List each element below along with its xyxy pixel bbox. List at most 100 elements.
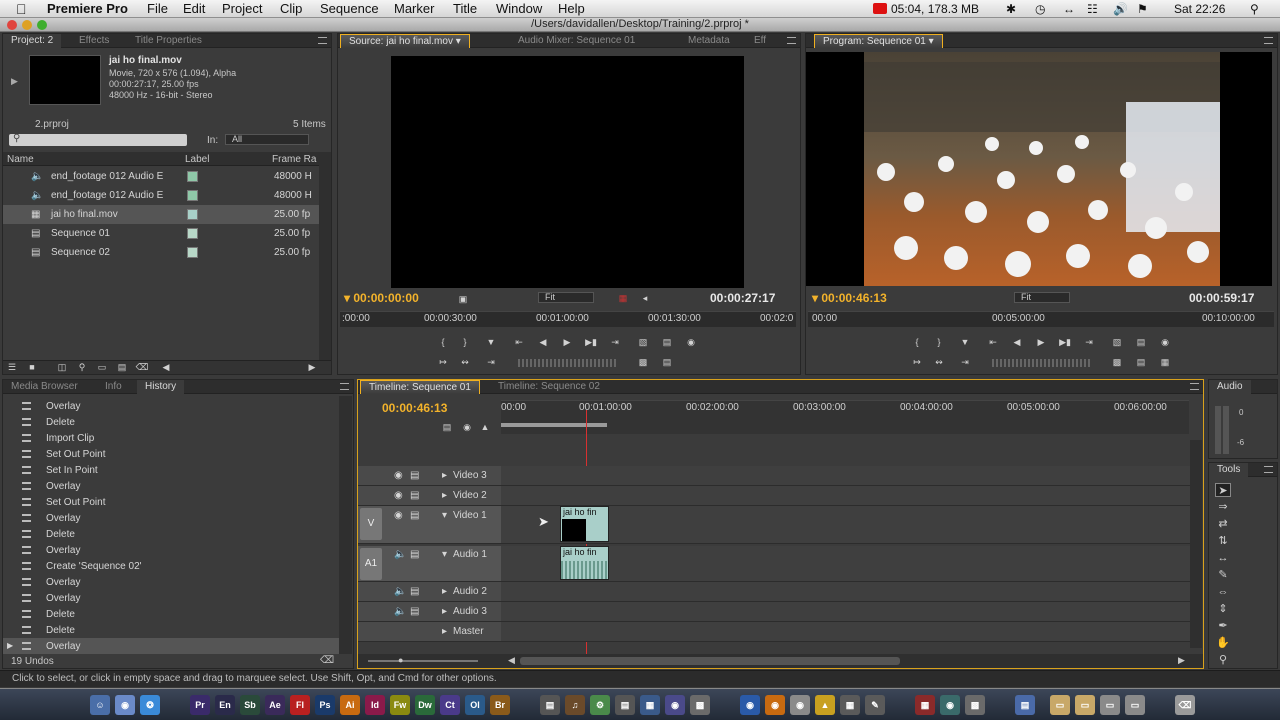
track-select-tool-icon[interactable]: ⇒ [1215, 500, 1231, 514]
column-frame-rate[interactable]: Frame Ra [272, 154, 316, 165]
history-item[interactable]: Set Out Point [3, 446, 339, 462]
program-zoom-dropdown[interactable]: Fit [1014, 292, 1070, 303]
history-scrollbar[interactable] [339, 396, 352, 654]
delete-history-icon[interactable]: ⌫ [320, 655, 334, 666]
go-to-in-icon[interactable]: ⇤ [986, 336, 1000, 348]
in-filter-dropdown[interactable]: All [225, 134, 309, 145]
zoom-tool-icon[interactable]: ⚲ [1215, 653, 1231, 667]
history-item[interactable]: Set In Point [3, 462, 339, 478]
automate-icon[interactable]: ◫ [55, 361, 69, 373]
source-timecode[interactable]: ▾ 00:00:00:00 [344, 291, 419, 305]
app-icon[interactable]: ▩ [690, 695, 710, 715]
mark-in-icon[interactable]: { [910, 336, 924, 348]
timeline-ruler[interactable]: 00:00 00:01:00:00 00:02:00:00 00:03:00:0… [501, 400, 1189, 434]
speaker-icon[interactable]: 🔈 [394, 549, 406, 560]
project-item[interactable]: ▤ Sequence 01 25.00 fp [3, 224, 319, 243]
mark-in-icon[interactable]: { [436, 336, 450, 348]
safe-margins-icon[interactable]: ▣ [456, 293, 470, 305]
project-item[interactable]: 🔈 end_footage 012 Audio E 48000 H [3, 186, 319, 205]
app-icon[interactable]: ▦ [640, 695, 660, 715]
history-item[interactable]: Import Clip [3, 430, 339, 446]
speaker-icon[interactable]: 🔈 [394, 606, 406, 617]
tab-sequence-02[interactable]: Timeline: Sequence 02 [490, 380, 608, 394]
history-item[interactable]: Delete [3, 606, 339, 622]
play-icon[interactable]: ▶ [560, 336, 574, 348]
tab-project[interactable]: Project: 2 [3, 34, 62, 48]
tab-effect-controls[interactable]: Eff [746, 34, 774, 48]
app-icon[interactable]: ◉ [790, 695, 810, 715]
app-icon[interactable]: ▩ [965, 695, 985, 715]
tab-media-browser[interactable]: Media Browser [3, 380, 86, 394]
project-item[interactable]: 🔈 end_footage 012 Audio E 48000 H [3, 167, 319, 186]
clapper-icon[interactable]: ▤ [615, 695, 635, 715]
app-illustrator-icon[interactable]: Ai [340, 695, 360, 715]
menu-marker[interactable]: Marker [394, 1, 434, 16]
set-marker-icon[interactable]: ◉ [460, 421, 474, 433]
audio-target-toggle[interactable]: A1 [360, 548, 382, 580]
expand-track-icon[interactable]: ▸ [442, 626, 447, 637]
timeline-timecode[interactable]: 00:00:46:13 [382, 401, 447, 415]
menu-project[interactable]: Project [222, 1, 262, 16]
tab-effects[interactable]: Effects [71, 34, 117, 48]
menu-app-name[interactable]: Premiere Pro [47, 1, 128, 16]
column-name[interactable]: Name [7, 154, 34, 165]
app-after-effects-icon[interactable]: Ae [265, 695, 285, 715]
menu-edit[interactable]: Edit [183, 1, 205, 16]
list-view-icon[interactable]: ☰ [5, 361, 19, 373]
close-window-button[interactable] [7, 20, 17, 30]
project-item[interactable]: ▤ Sequence 02 25.00 fp [3, 243, 319, 262]
trim-icon[interactable]: ▤ [1134, 356, 1148, 368]
app-icon[interactable]: ◉ [765, 695, 785, 715]
panel-menu-icon[interactable] [1190, 383, 1199, 390]
scroll-right-icon[interactable]: ▶ [1178, 655, 1185, 666]
history-item-current[interactable]: ▶ Overlay [3, 638, 339, 654]
export-frame-icon[interactable]: ◉ [1158, 336, 1172, 348]
selection-tool-icon[interactable]: ➤ [1215, 483, 1231, 497]
folder-icon[interactable]: ▭ [1100, 695, 1120, 715]
spotlight-icon[interactable]: ⚲ [1250, 2, 1259, 16]
lock-icon[interactable]: ▤ [410, 606, 419, 617]
go-to-in-icon[interactable]: ⇤ [512, 336, 526, 348]
app-flash-icon[interactable]: Fl [290, 695, 310, 715]
menu-window[interactable]: Window [496, 1, 542, 16]
folder-icon[interactable]: ▭ [1125, 695, 1145, 715]
tab-tools[interactable]: Tools [1209, 463, 1249, 477]
rolling-edit-tool-icon[interactable]: ⇅ [1215, 534, 1231, 548]
insert-icon[interactable]: ▧ [636, 336, 650, 348]
app-icon[interactable]: ◉ [665, 695, 685, 715]
step-forward-icon[interactable]: ▶▮ [584, 336, 598, 348]
app-onlocation-icon[interactable]: Ol [465, 695, 485, 715]
history-item[interactable]: Overlay [3, 574, 339, 590]
hand-tool-icon[interactable]: ✋ [1215, 636, 1231, 650]
project-scrollbar[interactable] [319, 152, 331, 360]
history-item[interactable]: Overlay [3, 590, 339, 606]
flag-icon[interactable]: ⚑ [1137, 2, 1148, 16]
column-label[interactable]: Label [185, 154, 209, 165]
wifi-icon[interactable]: ☷ [1087, 2, 1098, 16]
app-indesign-icon[interactable]: Id [365, 695, 385, 715]
tab-metadata[interactable]: Metadata [680, 34, 738, 48]
app-premiere-icon[interactable]: Pr [190, 695, 210, 715]
history-item[interactable]: Overlay [3, 478, 339, 494]
lift-icon[interactable]: ▧ [1110, 336, 1124, 348]
new-bin-icon[interactable]: ▭ [95, 361, 109, 373]
tab-source[interactable]: Source: jai ho final.mov ▾ [340, 34, 470, 48]
history-item[interactable]: Overlay [3, 542, 339, 558]
app-fireworks-icon[interactable]: Fw [390, 695, 410, 715]
menu-clip[interactable]: Clip [280, 1, 302, 16]
safe-margins-toggle-icon[interactable]: ⇥ [484, 356, 498, 368]
label-swatch[interactable] [187, 247, 198, 258]
network-icon[interactable]: ↔ [1063, 2, 1075, 16]
program-time-ruler[interactable]: 00:00 00:05:00:00 00:10:00:00 [808, 311, 1274, 327]
panel-menu-icon[interactable] [1264, 37, 1273, 44]
tab-info[interactable]: Info [97, 380, 130, 394]
menu-title[interactable]: Title [453, 1, 477, 16]
drag-audio-icon[interactable]: ◂ [638, 292, 652, 304]
app-bridge-icon[interactable]: Br [490, 695, 510, 715]
app-dreamweaver-icon[interactable]: Dw [415, 695, 435, 715]
folder-icon[interactable]: ▭ [1075, 695, 1095, 715]
tab-history[interactable]: History [137, 380, 185, 394]
slip-tool-icon[interactable]: ⇔ [1215, 585, 1231, 599]
history-item[interactable]: Create 'Sequence 02' [3, 558, 339, 574]
timeline-horizontal-scrollbar[interactable] [520, 657, 900, 665]
